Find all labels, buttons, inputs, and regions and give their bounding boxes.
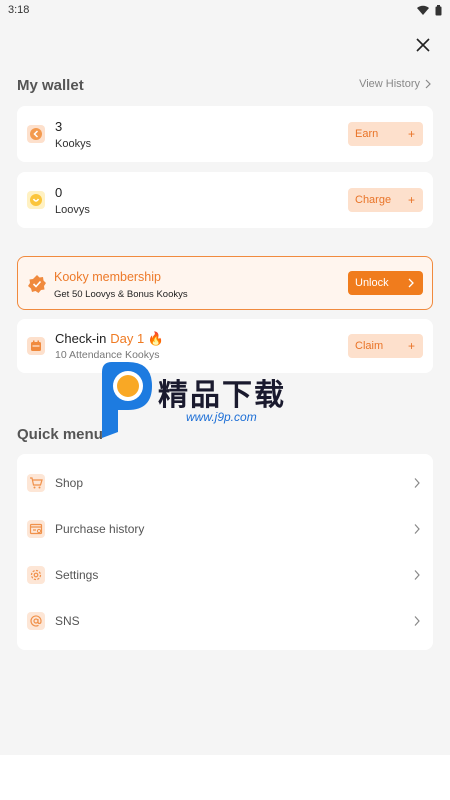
claim-label: Claim: [355, 340, 384, 352]
kookys-value: 3: [55, 119, 63, 134]
view-history-link[interactable]: View History: [359, 78, 432, 90]
kooky-coin-icon: [27, 125, 45, 143]
membership-title: Kooky membership: [54, 270, 161, 284]
membership-badge-icon: [28, 275, 46, 293]
checkin-day: Day 1 🔥: [110, 331, 165, 346]
chevron-right-icon: [414, 524, 420, 534]
unlock-label: Unlock: [355, 277, 389, 289]
battery-icon: [435, 4, 442, 15]
loovys-unit: Loovys: [55, 204, 90, 216]
menu-item-label: SNS: [55, 614, 80, 628]
chevron-right-icon: [408, 278, 414, 288]
membership-card[interactable]: Kooky membership Get 50 Loovys & Bonus K…: [17, 256, 433, 310]
bottom-bar: [0, 755, 450, 800]
watermark-logo-icon: [102, 362, 152, 438]
checkin-title: Check-in Day 1 🔥: [55, 331, 164, 347]
gear-icon: [27, 566, 45, 584]
chevron-right-icon: [414, 616, 420, 626]
receipt-icon: [27, 520, 45, 538]
chevron-right-icon: [414, 478, 420, 488]
menu-item-settings[interactable]: Settings: [17, 555, 433, 595]
wallet-title: My wallet: [17, 77, 84, 94]
menu-item-shop[interactable]: Shop: [17, 463, 433, 503]
earn-button[interactable]: Earn +: [348, 122, 423, 146]
close-icon[interactable]: [412, 34, 434, 56]
watermark: 精品下载 www.j9p.com: [98, 348, 358, 440]
watermark-url: www.j9p.com: [186, 410, 257, 424]
at-icon: [27, 612, 45, 630]
menu-item-label: Shop: [55, 476, 84, 490]
claim-button[interactable]: Claim +: [348, 334, 423, 358]
chevron-right-icon: [425, 79, 431, 89]
charge-button[interactable]: Charge +: [348, 188, 423, 212]
checkin-label: Check-in: [55, 331, 107, 346]
membership-subtitle: Get 50 Loovys & Bonus Kookys: [54, 289, 188, 300]
loovys-card: 0 Loovys Charge +: [17, 172, 433, 228]
menu-item-sns[interactable]: SNS: [17, 601, 433, 641]
quick-menu-title: Quick menu: [17, 426, 103, 443]
view-history-label: View History: [359, 78, 420, 90]
earn-label: Earn: [355, 128, 379, 140]
unlock-button[interactable]: Unlock: [348, 271, 423, 295]
calendar-icon: [27, 337, 45, 355]
charge-label: Charge: [355, 194, 392, 206]
quick-menu-list: Shop Purchase history Settings SNS: [17, 454, 433, 650]
menu-item-label: Settings: [55, 568, 99, 582]
kookys-unit: Kookys: [55, 138, 92, 150]
wifi-icon: [417, 5, 429, 15]
watermark-text: 精品下载: [158, 378, 286, 413]
menu-item-label: Purchase history: [55, 522, 145, 536]
status-bar: 3:18: [0, 0, 450, 20]
cart-icon: [27, 474, 45, 492]
menu-item-purchase-history[interactable]: Purchase history: [17, 509, 433, 549]
plus-icon: +: [407, 339, 415, 353]
plus-icon: +: [407, 127, 415, 141]
chevron-right-icon: [414, 570, 420, 580]
status-icons: [417, 4, 442, 16]
status-time: 3:18: [8, 4, 30, 16]
kookys-card: 3 Kookys Earn +: [17, 106, 433, 162]
loovys-value: 0: [55, 185, 63, 200]
loovy-coin-icon: [27, 191, 45, 209]
plus-icon: +: [407, 193, 415, 207]
